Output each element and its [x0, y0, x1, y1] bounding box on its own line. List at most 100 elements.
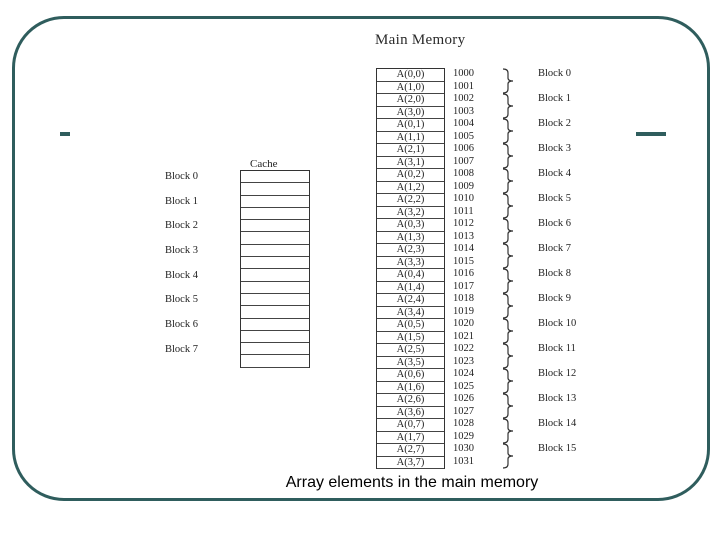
- memory-cell: A(3,1): [377, 157, 444, 169]
- memory-address: 1018: [453, 293, 474, 304]
- memory-cell: A(0,0): [377, 69, 444, 82]
- memory-address: 1024: [453, 368, 474, 379]
- memory-cell: A(0,4): [377, 269, 444, 282]
- memory-cell: A(3,4): [377, 307, 444, 319]
- memory-address: 1026: [453, 393, 474, 404]
- memory-cell: A(3,7): [377, 457, 444, 469]
- memory-cell: A(2,6): [377, 394, 444, 407]
- cache-line: [241, 355, 309, 368]
- cache-block-label: Block 5: [165, 294, 198, 306]
- memory-address: 1031: [453, 455, 474, 467]
- cache-line: [241, 196, 309, 208]
- brace-icon: [500, 218, 520, 244]
- cache-line: [241, 183, 309, 196]
- memory-block-label: Block 11: [538, 343, 576, 354]
- cache-line: [241, 245, 309, 258]
- address-column: 1000 1001 1002 1003 1004 1005 1006 1007 1008 1009…: [453, 68, 493, 468]
- memory-block-label: Block 14: [538, 418, 577, 429]
- memory-block-label: Block 5: [538, 193, 571, 204]
- memory-cell: A(1,7): [377, 432, 444, 444]
- memory-cell: A(3,2): [377, 207, 444, 219]
- brace-column: [500, 68, 520, 469]
- brace-icon: [500, 93, 520, 119]
- cache-line: [241, 208, 309, 221]
- memory-address: 1010: [453, 193, 474, 204]
- memory-block-label: Block 9: [538, 293, 571, 304]
- memory-block-label: Block 3: [538, 143, 571, 154]
- cache-block-label: Block 4: [165, 269, 198, 281]
- memory-address: 1014: [453, 243, 474, 254]
- memory-address: 1022: [453, 343, 474, 354]
- brace-icon: [500, 168, 520, 194]
- memory-address: 1012: [453, 218, 474, 229]
- memory-address: 1000: [453, 68, 474, 79]
- memory-cell: A(3,5): [377, 357, 444, 369]
- memory-block-label: Block 13: [538, 393, 577, 404]
- memory-address: 1002: [453, 93, 474, 104]
- brace-icon: [500, 418, 520, 444]
- memory-address: 1004: [453, 118, 474, 129]
- memory-cell: A(1,3): [377, 232, 444, 244]
- memory-cell: A(3,6): [377, 407, 444, 419]
- brace-icon: [500, 268, 520, 294]
- brace-icon: [500, 293, 520, 319]
- memory-cell: A(0,7): [377, 419, 444, 432]
- brace-icon: [500, 393, 520, 419]
- memory-address: 1015: [453, 255, 474, 267]
- memory-address: 1013: [453, 230, 474, 242]
- memory-cell: A(1,2): [377, 182, 444, 194]
- memory-block-label: Block 2: [538, 118, 571, 129]
- memory-cell: A(2,1): [377, 144, 444, 157]
- cache-line: [241, 331, 309, 344]
- cache-block-label: Block 7: [165, 343, 198, 355]
- cache-line: [241, 319, 309, 331]
- memory-cell: A(0,3): [377, 219, 444, 232]
- cache-line: [241, 257, 309, 270]
- memory-address: 1027: [453, 405, 474, 417]
- memory-cell: A(2,4): [377, 294, 444, 307]
- decorative-dash-right: [636, 132, 666, 136]
- cache-line: [241, 232, 309, 245]
- caption: Array elements in the main memory: [285, 474, 539, 491]
- brace-icon: [500, 68, 520, 94]
- main-memory-title: Main Memory: [375, 32, 466, 48]
- memory-address: 1030: [453, 443, 474, 454]
- cache-block-label: Block 3: [165, 245, 198, 257]
- memory-block-label: Block 8: [538, 268, 571, 279]
- main-memory-table: A(0,0) A(1,0) A(2,0) A(3,0) A(0,1) A(1,1) A(2,…: [376, 68, 445, 469]
- memory-address: 1003: [453, 105, 474, 117]
- memory-address: 1028: [453, 418, 474, 429]
- memory-block-label: Block 15: [538, 443, 577, 454]
- memory-cell: A(1,1): [377, 132, 444, 144]
- cache-line: [241, 269, 309, 282]
- memory-address: 1021: [453, 330, 474, 342]
- memory-address: 1008: [453, 168, 474, 179]
- cache-line: [241, 343, 309, 356]
- cache-block-label: Block 2: [165, 220, 198, 232]
- memory-cell: A(1,4): [377, 282, 444, 294]
- memory-block-label: Block 7: [538, 243, 571, 254]
- cache-line: [241, 294, 309, 307]
- memory-address: 1011: [453, 205, 474, 217]
- memory-address: 1007: [453, 155, 474, 167]
- memory-address: 1006: [453, 143, 474, 154]
- memory-cell: A(2,7): [377, 444, 444, 457]
- memory-cell: A(1,6): [377, 382, 444, 394]
- brace-icon: [500, 193, 520, 219]
- memory-address: 1009: [453, 180, 474, 192]
- brace-icon: [500, 368, 520, 394]
- memory-address: 1017: [453, 280, 474, 292]
- memory-address: 1025: [453, 380, 474, 392]
- memory-cell: A(1,5): [377, 332, 444, 344]
- cache-table: [240, 170, 310, 368]
- memory-block-label: Block 4: [538, 168, 571, 179]
- memory-address: 1001: [453, 80, 474, 92]
- brace-icon: [500, 343, 520, 369]
- brace-icon: [500, 143, 520, 169]
- cache-block-labels: Block 0 Block 1 Block 2 Block 3 Block 4 Block…: [165, 171, 235, 369]
- memory-address: 1029: [453, 430, 474, 442]
- memory-block-label: Block 6: [538, 218, 571, 229]
- cache-block-label: Block 1: [165, 195, 198, 207]
- cache-line: [241, 306, 309, 319]
- brace-icon: [500, 118, 520, 144]
